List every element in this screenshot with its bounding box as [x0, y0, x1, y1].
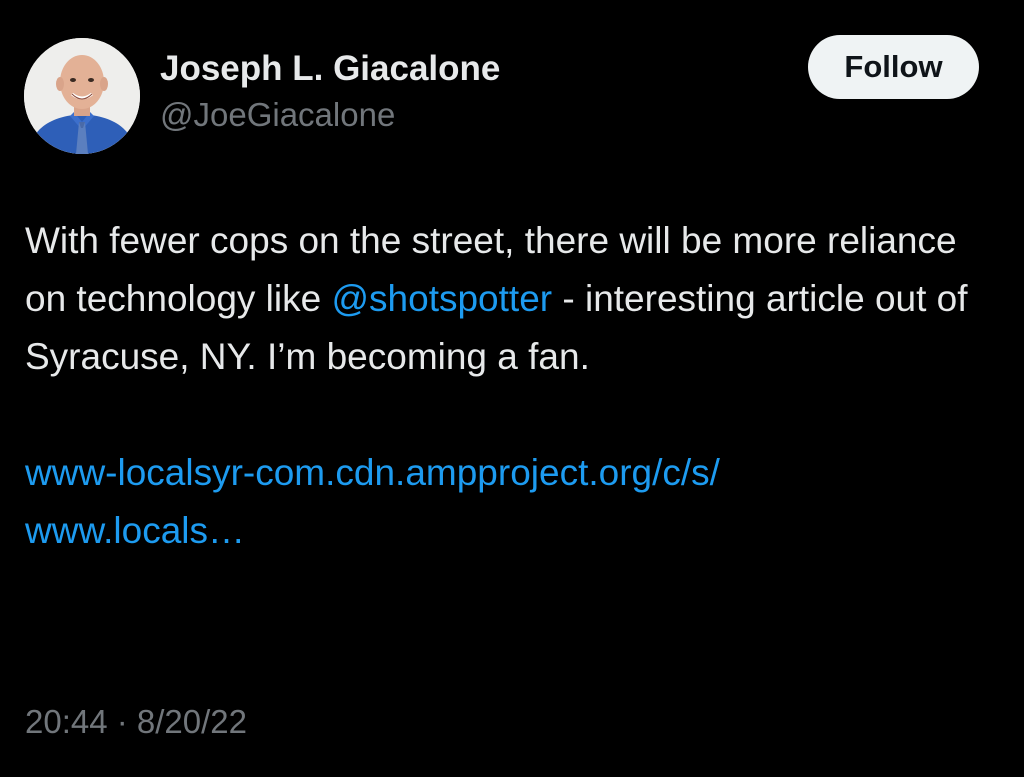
author-handle[interactable]: @JoeGiacalone [160, 93, 500, 137]
profile-photo-icon [24, 38, 140, 154]
url-line-2: www.locals… [25, 510, 245, 551]
article-url-link[interactable]: www-localsyr-com.cdn.ampproject.org/c/s/… [25, 444, 995, 560]
url-line-1: www-localsyr-com.cdn.ampproject.org/c/s/ [25, 452, 720, 493]
tweet-paragraph: With fewer cops on the street, there wil… [25, 212, 995, 386]
author-avatar[interactable] [24, 38, 140, 154]
tweet-timestamp[interactable]: 20:44 · 8/20/22 [25, 700, 247, 744]
follow-button[interactable]: Follow [808, 35, 979, 99]
author-display-name[interactable]: Joseph L. Giacalone [160, 47, 500, 91]
mention-link[interactable]: @shotspotter [331, 278, 552, 319]
tweet-text: With fewer cops on the street, there wil… [25, 212, 995, 560]
tweet-header: Joseph L. Giacalone @JoeGiacalone Follow [22, 30, 1002, 154]
author-info: Joseph L. Giacalone @JoeGiacalone [160, 47, 500, 137]
